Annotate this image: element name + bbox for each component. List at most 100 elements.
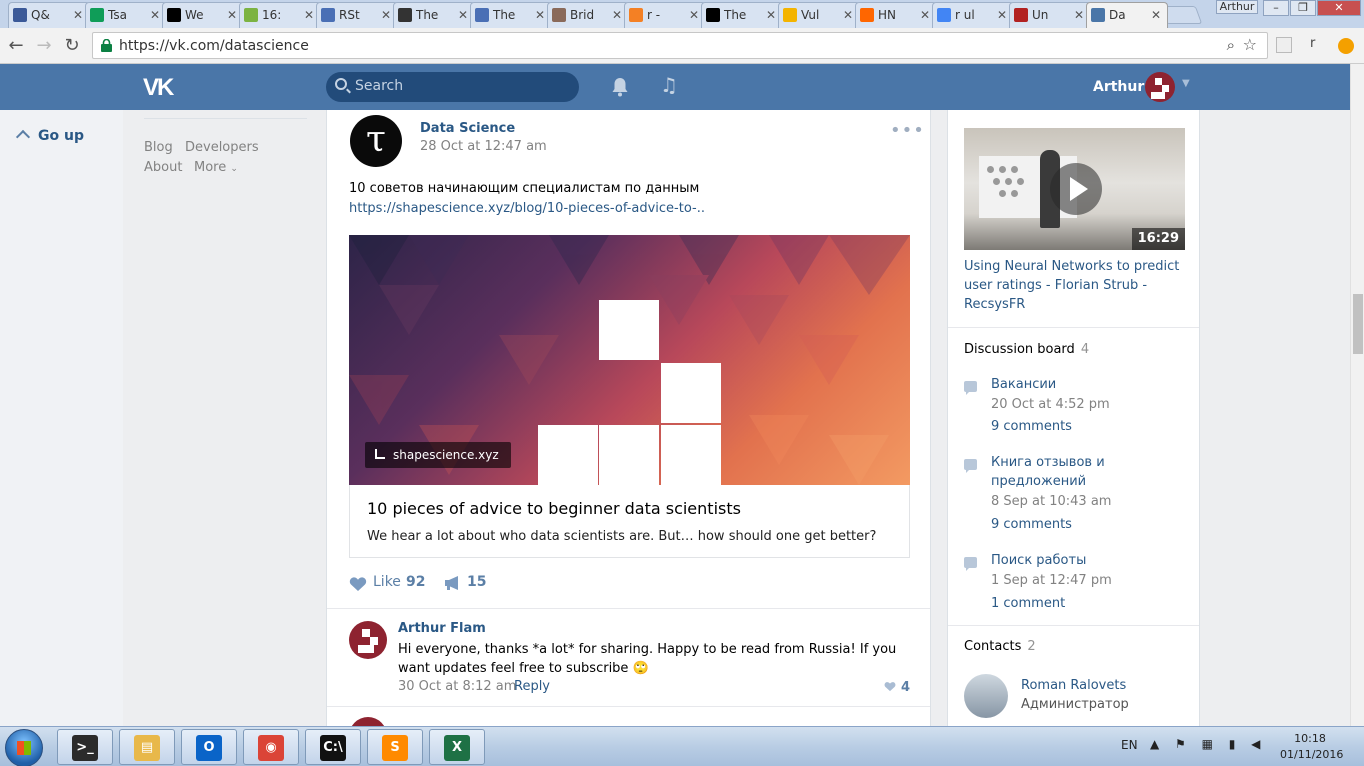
go-up-button[interactable]: Go up [15, 128, 84, 145]
reply-button[interactable]: Reply [514, 679, 550, 694]
close-tab-icon[interactable]: ✕ [612, 3, 622, 27]
group-avatar[interactable]: τ [350, 115, 402, 167]
comment-date[interactable]: 30 Oct at 8:12 am [398, 679, 516, 694]
slide-dot [1011, 190, 1018, 197]
post-date[interactable]: 28 Oct at 12:47 am [420, 139, 547, 154]
close-tab-icon[interactable]: ✕ [535, 3, 545, 27]
browser-tab[interactable]: HN ✕ [855, 2, 937, 28]
slide-dot [987, 166, 994, 173]
comment-author[interactable]: Arthur Flam [398, 621, 486, 636]
taskbar-button[interactable]: ◉ [243, 729, 299, 765]
music-icon[interactable]: ♫ [660, 73, 678, 97]
avatar[interactable] [964, 674, 1008, 718]
bookmark-star-icon[interactable]: ☆ [1243, 35, 1257, 54]
close-tab-icon[interactable]: ✕ [997, 3, 1007, 27]
close-window-button[interactable]: ✕ [1317, 0, 1361, 16]
more-link[interactable]: More ⌄ [194, 160, 238, 175]
blog-link[interactable]: Blog [144, 140, 173, 155]
topic-comments[interactable]: 1 comment [991, 596, 1065, 611]
address-bar[interactable]: https://vk.com/datascience ⌕ ☆ [92, 32, 1268, 59]
close-tab-icon[interactable]: ✕ [227, 3, 237, 27]
browser-tab[interactable]: The ✕ [393, 2, 475, 28]
post-link[interactable]: https://shapescience.xyz/blog/10-pieces-… [349, 201, 705, 216]
browser-tab[interactable]: Da ✕ [1086, 2, 1168, 28]
close-tab-icon[interactable]: ✕ [920, 3, 930, 27]
avatar[interactable] [1145, 72, 1175, 102]
minimize-button[interactable]: – [1263, 0, 1289, 16]
reload-icon[interactable]: ↻ [60, 34, 84, 58]
chevron-down-icon[interactable]: ▼ [1182, 78, 1190, 89]
taskbar-button[interactable]: ▤ [119, 729, 175, 765]
close-tab-icon[interactable]: ✕ [304, 3, 314, 27]
browser-tab[interactable]: r ul ✕ [932, 2, 1014, 28]
browser-tab[interactable]: The ✕ [701, 2, 783, 28]
taskbar-button[interactable]: X [429, 729, 485, 765]
avatar[interactable] [349, 621, 387, 659]
browser-tab[interactable]: RSt ✕ [316, 2, 398, 28]
extension-r-icon[interactable]: r [1310, 36, 1315, 51]
extension-icon[interactable] [1276, 37, 1292, 53]
topic-title[interactable]: Вакансии [991, 375, 1181, 394]
post-author[interactable]: Data Science [420, 121, 515, 136]
video-title[interactable]: Using Neural Networks to predict user ra… [964, 257, 1184, 314]
comment-like-button[interactable]: 4 [884, 680, 910, 695]
taskbar-button[interactable]: S [367, 729, 423, 765]
scrollbar-thumb[interactable] [1353, 294, 1363, 354]
close-tab-icon[interactable]: ✕ [1074, 3, 1084, 27]
clock-date: 01/11/2016 [1280, 748, 1344, 761]
search-input[interactable]: Search [326, 72, 579, 102]
start-button[interactable] [5, 729, 43, 766]
back-icon[interactable]: ← [4, 34, 28, 58]
about-link[interactable]: About [144, 160, 182, 175]
browser-tab[interactable]: Un ✕ [1009, 2, 1091, 28]
zoom-icon[interactable]: ⌕ [1227, 36, 1235, 54]
link-snippet[interactable]: 10 pieces of advice to beginner data sci… [349, 485, 910, 558]
close-tab-icon[interactable]: ✕ [73, 3, 83, 27]
close-tab-icon[interactable]: ✕ [458, 3, 468, 27]
developers-link[interactable]: Developers [185, 140, 259, 155]
contact-name[interactable]: Roman Ralovets [1021, 678, 1126, 693]
taskbar-button[interactable]: >_ [57, 729, 113, 765]
post-text: 10 советов начинающим специалистам по да… [349, 181, 700, 196]
user-name[interactable]: Arthur [1093, 79, 1144, 95]
topic-comments[interactable]: 9 comments [991, 419, 1072, 434]
topic-title[interactable]: Книга отзывов и предложений [991, 453, 1141, 491]
topic-title[interactable]: Поиск работы [991, 551, 1181, 570]
browser-tab[interactable]: Tsa ✕ [85, 2, 167, 28]
forward-icon[interactable]: → [32, 34, 56, 58]
browser-tab[interactable]: Vul ✕ [778, 2, 860, 28]
close-tab-icon[interactable]: ✕ [1151, 3, 1161, 27]
more-options-icon[interactable]: ••• [890, 120, 925, 141]
language-indicator[interactable]: EN [1121, 738, 1138, 752]
play-icon[interactable] [1050, 163, 1102, 215]
vk-icon [1091, 8, 1105, 22]
snippet-title[interactable]: 10 pieces of advice to beginner data sci… [367, 499, 741, 518]
video-thumbnail[interactable]: 16:29 [964, 128, 1185, 250]
bell-icon[interactable] [611, 77, 629, 97]
topic-comments[interactable]: 9 comments [991, 517, 1072, 532]
discussion-board-header[interactable]: Discussion board 4 [964, 342, 1089, 357]
close-tab-icon[interactable]: ✕ [381, 3, 391, 27]
taskbar-button[interactable]: O [181, 729, 237, 765]
browser-tab[interactable]: We ✕ [162, 2, 244, 28]
close-tab-icon[interactable]: ✕ [150, 3, 160, 27]
close-tab-icon[interactable]: ✕ [766, 3, 776, 27]
taskbar-button[interactable]: C:\ [305, 729, 361, 765]
extension-orange-icon[interactable] [1338, 38, 1354, 54]
vk-logo[interactable]: VK [143, 74, 174, 102]
browser-tab[interactable]: r - ✕ [624, 2, 706, 28]
browser-tab[interactable]: The ✕ [470, 2, 552, 28]
restore-button[interactable]: ❐ [1290, 0, 1316, 16]
clock[interactable]: 10:18 01/11/2016 [1280, 731, 1344, 763]
snippet-description: We hear a lot about who data scientists … [367, 529, 877, 544]
page-scrollbar[interactable] [1350, 64, 1364, 726]
close-tab-icon[interactable]: ✕ [689, 3, 699, 27]
system-tray[interactable]: ▲ ⚑ ▦ ▮ ◀ [1150, 737, 1266, 751]
browser-tab[interactable]: 16: ✕ [239, 2, 321, 28]
link-preview-image[interactable]: shapescience.xyz [349, 235, 910, 485]
browser-tab[interactable]: Q& ✕ [8, 2, 90, 28]
site-badge[interactable]: shapescience.xyz [365, 442, 511, 468]
contacts-header[interactable]: Contacts 2 [964, 639, 1036, 654]
close-tab-icon[interactable]: ✕ [843, 3, 853, 27]
browser-tab[interactable]: Brid ✕ [547, 2, 629, 28]
